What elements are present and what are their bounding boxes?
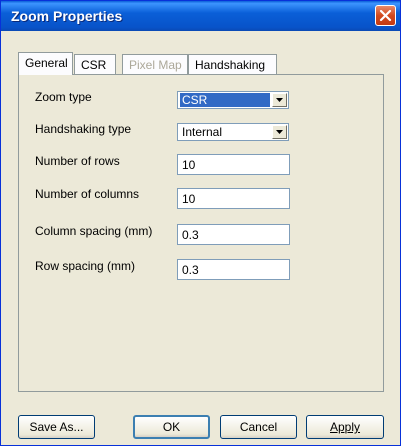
tab-csr[interactable]: CSR <box>74 54 116 74</box>
close-icon <box>379 9 392 22</box>
column-spacing-label: Column spacing (mm) <box>35 224 153 238</box>
column-spacing-value: 0.3 <box>182 228 199 242</box>
rows-value: 10 <box>182 158 196 172</box>
zoom-type-label: Zoom type <box>35 90 92 104</box>
handshaking-type-label: Handshaking type <box>35 122 132 136</box>
handshaking-type-value: Internal <box>182 125 223 139</box>
apply-button[interactable]: Apply <box>306 415 384 439</box>
apply-button-label: Apply <box>329 420 361 434</box>
zoom-type-value: CSR <box>180 93 270 107</box>
tab-pixel-map: Pixel Map <box>122 54 188 74</box>
column-spacing-input[interactable]: 0.3 <box>177 224 290 245</box>
columns-value: 10 <box>182 192 196 206</box>
save-as-button[interactable]: Save As... <box>18 415 95 439</box>
zoom-type-select[interactable]: CSR <box>177 91 289 109</box>
row-spacing-label: Row spacing (mm) <box>35 259 136 273</box>
tab-handshaking[interactable]: Handshaking <box>188 54 277 74</box>
zoom-type-dropdown-button[interactable] <box>272 93 287 107</box>
row-spacing-value: 0.3 <box>182 263 199 277</box>
rows-label: Number of rows <box>35 154 120 168</box>
columns-label: Number of columns <box>35 187 140 201</box>
zoom-properties-dialog: Zoom Properties General CSR Pixel Map Ha… <box>0 0 401 446</box>
tab-general[interactable]: General <box>18 52 73 75</box>
close-button[interactable] <box>375 5 396 26</box>
columns-input[interactable]: 10 <box>177 188 290 209</box>
title-bar[interactable]: Zoom Properties <box>1 1 400 31</box>
ok-button[interactable]: OK <box>133 415 210 439</box>
row-spacing-input[interactable]: 0.3 <box>177 259 290 280</box>
chevron-down-icon <box>276 130 283 134</box>
rows-input[interactable]: 10 <box>177 154 290 175</box>
handshaking-type-dropdown-button[interactable] <box>272 125 287 139</box>
handshaking-type-select[interactable]: Internal <box>177 123 289 141</box>
chevron-down-icon <box>276 98 283 102</box>
cancel-button[interactable]: Cancel <box>220 415 297 439</box>
window-title: Zoom Properties <box>11 8 123 24</box>
